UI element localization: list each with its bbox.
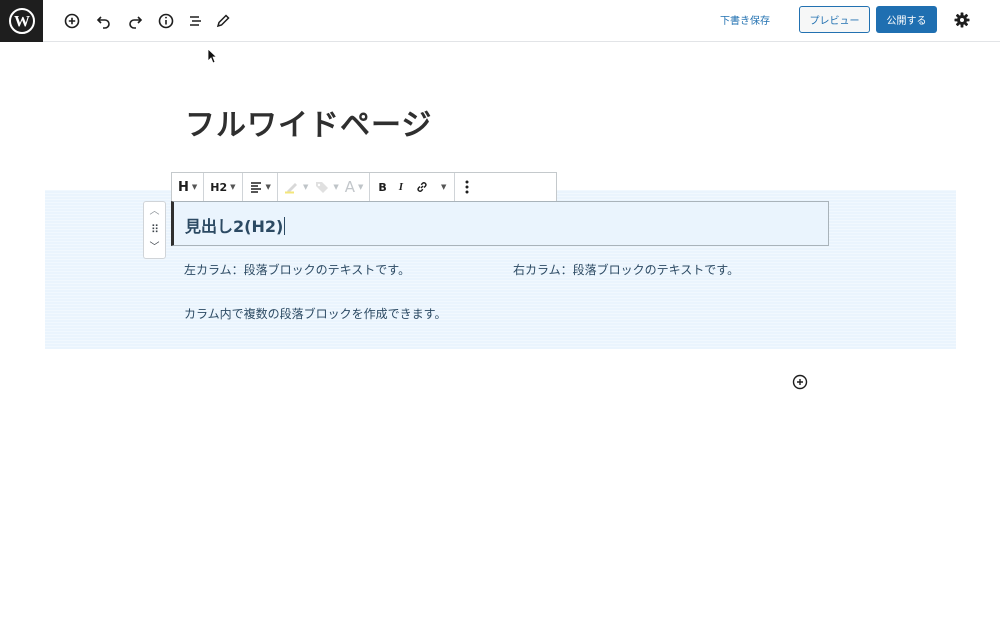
bold-button[interactable]: B xyxy=(378,181,386,194)
save-draft-button[interactable]: 下書き保存 xyxy=(720,12,770,28)
chevron-down-icon: ▼ xyxy=(265,183,271,191)
chevron-down-icon: ▼ xyxy=(302,183,309,191)
editor-top-toolbar: W 下書き保存 プレビュー 公開する xyxy=(0,0,1000,42)
link-icon xyxy=(417,182,427,192)
tag-dropdown[interactable]: ▼ xyxy=(314,180,339,194)
svg-text:W: W xyxy=(14,14,30,31)
italic-button[interactable]: I xyxy=(399,181,403,193)
drag-handle-icon[interactable]: ⠿ xyxy=(151,224,159,236)
heading-level-group: H2 ▼ xyxy=(204,173,243,201)
left-column-paragraph[interactable]: 左カラム：段落ブロックのテキストです。 xyxy=(184,261,410,278)
preview-button[interactable]: プレビュー xyxy=(799,6,870,33)
link-button[interactable] xyxy=(415,180,429,194)
block-mover: ︿ ⠿ ﹀ xyxy=(143,201,166,259)
add-block-icon[interactable] xyxy=(60,9,84,33)
align-left-icon xyxy=(250,182,261,193)
publish-button[interactable]: 公開する xyxy=(876,6,937,33)
redo-icon[interactable] xyxy=(123,9,147,33)
move-up-icon[interactable]: ︿ xyxy=(150,206,160,218)
list-view-icon[interactable] xyxy=(183,9,207,33)
highlight-dropdown[interactable]: ▼ xyxy=(284,180,308,194)
mouse-cursor-icon xyxy=(207,48,217,64)
text-color-icon: A xyxy=(344,178,355,196)
wordpress-logo-glyph: W xyxy=(8,8,35,34)
heading-text[interactable]: 見出し2(H2) xyxy=(185,213,286,237)
align-dropdown[interactable]: ▼ xyxy=(249,180,271,194)
highlighter-icon xyxy=(284,183,297,194)
move-down-icon[interactable]: ﹀ xyxy=(150,242,160,254)
undo-icon[interactable] xyxy=(92,9,116,33)
heading-level-label: H2 xyxy=(210,180,228,194)
inline-add-block-icon[interactable] xyxy=(792,374,808,390)
text-caret xyxy=(284,217,286,235)
wordpress-logo-icon[interactable]: W xyxy=(0,0,43,42)
heading-level-dropdown[interactable]: H2 ▼ xyxy=(210,181,235,194)
page-title[interactable]: フルワイドページ xyxy=(185,100,432,144)
more-formats-chevron-icon[interactable]: ▼ xyxy=(441,183,446,191)
format-color-group: ▼ ▼ A ▼ xyxy=(278,173,371,201)
right-column-paragraph[interactable]: 右カラム：段落ブロックのテキストです。 xyxy=(513,261,739,278)
info-icon[interactable] xyxy=(154,9,178,33)
inline-format-group: B I ▼ xyxy=(370,173,456,201)
chevron-down-icon: ▼ xyxy=(230,183,236,191)
block-toolbar: H ▼ H2 ▼ ▼ ▼ ▼ A ▼ B I ▼ xyxy=(171,172,557,202)
chevron-down-icon: ▼ xyxy=(191,183,198,191)
tag-icon xyxy=(316,182,329,193)
chevron-down-icon: ▼ xyxy=(333,183,339,191)
text-color-dropdown[interactable]: A ▼ xyxy=(345,178,364,196)
settings-gear-icon[interactable] xyxy=(952,10,972,30)
heading-block[interactable]: 見出し2(H2) xyxy=(171,201,829,246)
block-type-label: H xyxy=(178,179,189,195)
tools-edit-icon[interactable] xyxy=(211,9,235,33)
alignment-group: ▼ xyxy=(243,173,278,201)
block-type-switcher[interactable]: H ▼ xyxy=(178,180,197,195)
block-type-group: H ▼ xyxy=(172,173,205,201)
more-vertical-icon[interactable] xyxy=(465,179,469,195)
more-options-group xyxy=(455,173,479,201)
heading-text-content: 見出し2(H2) xyxy=(185,217,284,236)
left-column-paragraph-2[interactable]: カラム内で複数の段落ブロックを作成できます。 xyxy=(184,305,446,322)
chevron-down-icon: ▼ xyxy=(357,183,364,191)
